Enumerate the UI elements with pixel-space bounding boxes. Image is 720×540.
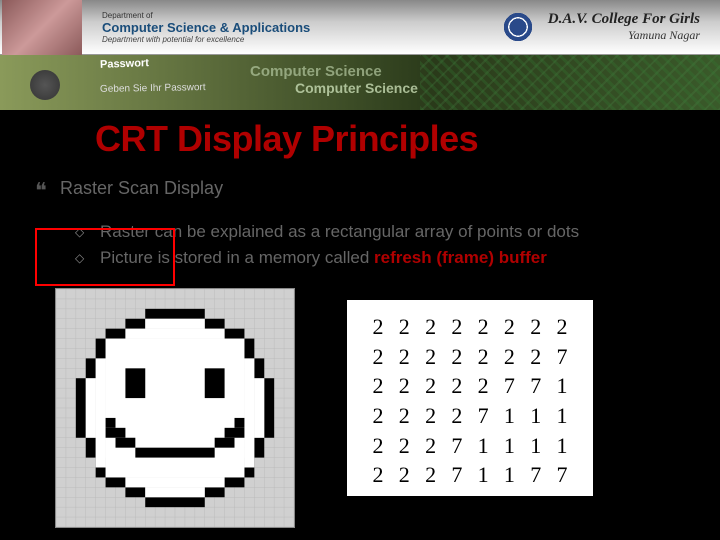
college-location: Yamuna Nagar [548, 28, 700, 43]
frame-buffer-matrix: 22222222 22222227 22222771 22227111 2227… [345, 298, 595, 498]
matrix-row-0: 22222222 [365, 312, 575, 342]
slide-title: CRT Display Principles [95, 118, 700, 160]
matrix-row-2: 22222771 [365, 371, 575, 401]
college-text: D.A.V. College For Girls Yamuna Nagar [548, 11, 700, 43]
password-label: Passwort [100, 57, 149, 71]
college-logo-icon [489, 0, 546, 55]
dept-label: Department of [102, 11, 310, 20]
banner-bottom-row: Passwort Geben Sie Ihr Passwort Computer… [0, 55, 720, 110]
lock-icon [30, 70, 60, 100]
department-block: Department of Computer Science & Applica… [102, 11, 310, 44]
slide-content: CRT Display Principles ❝ Raster Scan Dis… [0, 110, 720, 528]
bullet-main: ❝ Raster Scan Display [35, 178, 700, 204]
header-banner: Department of Computer Science & Applica… [0, 0, 720, 110]
dept-tagline: Department with potential for excellence [102, 35, 310, 44]
college-block: D.A.V. College For Girls Yamuna Nagar [498, 7, 700, 47]
banner-top-row: Department of Computer Science & Applica… [0, 0, 720, 55]
overlay-text-1: Computer Science [250, 63, 382, 80]
highlight-term: refresh (frame) buffer [374, 248, 547, 267]
matrix-row-4: 22271111 [365, 431, 575, 461]
overlay-text-2: Computer Science [295, 80, 418, 96]
matrix-row-5: 22271177 [365, 460, 575, 490]
college-name: D.A.V. College For Girls [548, 11, 700, 28]
bullet-main-text: Raster Scan Display [60, 178, 223, 204]
circuit-board-graphic [420, 55, 720, 110]
smiley-pixel-art [56, 289, 294, 527]
matrix-row-3: 22227111 [365, 401, 575, 431]
quote-icon: ❝ [35, 178, 60, 204]
dept-name: Computer Science & Applications [102, 20, 310, 35]
password-prompt: Geben Sie Ihr Passwort [100, 82, 206, 95]
images-row: 22222222 22222227 22222771 22227111 2227… [55, 288, 700, 528]
red-highlight-box [35, 228, 175, 286]
matrix-row-1: 22222227 [365, 342, 575, 372]
raster-smiley-image [55, 288, 295, 528]
building-photo [2, 0, 82, 55]
